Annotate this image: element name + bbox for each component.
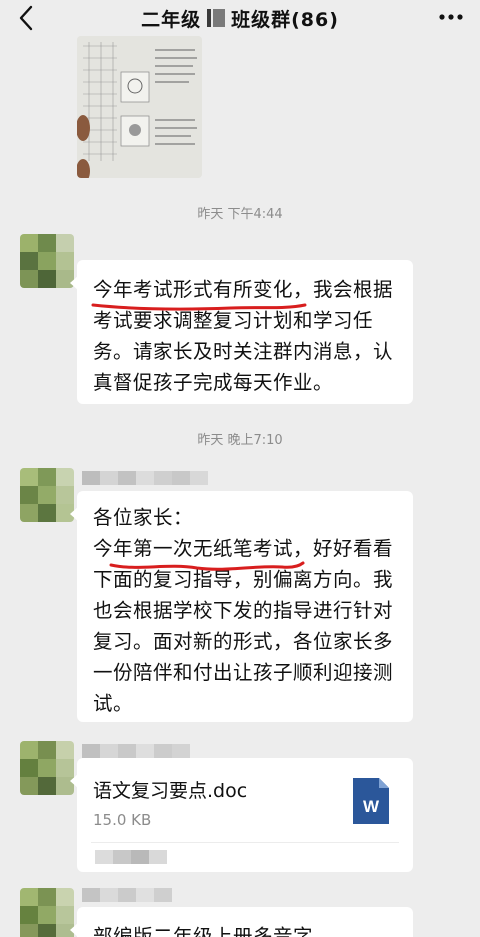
message-line: 今年第一次无纸笔考试，好好看看 bbox=[93, 537, 394, 560]
message-bubble[interactable]: 部编版二年级上册多音字 bbox=[70, 907, 413, 937]
sender-name-mosaic bbox=[82, 744, 190, 758]
message-line: 也会根据学校下发的指导进行针对 bbox=[93, 599, 394, 622]
source-mosaic bbox=[95, 850, 167, 864]
timestamp: 昨天 下午4:44 bbox=[197, 207, 283, 222]
svg-text:W: W bbox=[363, 797, 380, 816]
file-name: 语文复习要点.doc bbox=[93, 780, 248, 802]
message-line: 务。请家长及时关注群内消息，认 bbox=[93, 340, 394, 363]
chat-header: 二年级 班级群(86) bbox=[0, 0, 480, 36]
message-line: 部编版二年级上册多音字 bbox=[93, 925, 314, 937]
avatar[interactable] bbox=[20, 741, 74, 795]
avatar[interactable] bbox=[20, 468, 74, 522]
message-line: 今年考试形式有所变化，我会根据 bbox=[93, 278, 394, 301]
message-line: 考试要求调整复习计划和学习任 bbox=[93, 309, 374, 332]
file-message[interactable]: 语文复习要点.doc 15.0 KB W bbox=[70, 758, 413, 872]
timestamp: 昨天 晚上7:10 bbox=[197, 433, 283, 448]
sender-name-mosaic bbox=[82, 888, 172, 902]
avatar[interactable] bbox=[20, 888, 74, 937]
message-line: 下面的复习指导，别偏离方向。我 bbox=[93, 568, 394, 591]
message-line: 各位家长： bbox=[93, 506, 194, 529]
chat-content[interactable]: 昨天 下午4:44 今年考试形式有所变化，我会根据 考试要求调整复习计划和学习任… bbox=[0, 36, 480, 937]
message-line: 试。 bbox=[93, 692, 134, 715]
avatar[interactable] bbox=[20, 234, 74, 288]
file-size: 15.0 KB bbox=[93, 811, 152, 829]
image-message[interactable] bbox=[77, 36, 202, 178]
sender-name-mosaic bbox=[82, 471, 208, 485]
message-line: 复习。面对新的形式，各位家长多 bbox=[93, 630, 394, 653]
chat-title-prefix: 二年级 bbox=[141, 8, 202, 31]
message-bubble[interactable]: 各位家长： 今年第一次无纸笔考试，好好看看 下面的复习指导，别偏离方向。我 也会… bbox=[70, 491, 413, 722]
message-line: 一份陪伴和付出让孩子顺利迎接测 bbox=[93, 661, 394, 684]
title-mosaic bbox=[207, 9, 226, 27]
chat-title: 二年级 班级群(86) bbox=[141, 5, 339, 32]
message-bubble[interactable]: 今年考试形式有所变化，我会根据 考试要求调整复习计划和学习任 务。请家长及时关注… bbox=[70, 260, 413, 404]
word-document-icon: W bbox=[353, 778, 389, 824]
chevron-left-icon[interactable] bbox=[12, 3, 42, 33]
more-dots-icon[interactable] bbox=[436, 4, 466, 30]
chat-title-suffix: 班级群(86) bbox=[231, 8, 339, 31]
message-line: 真督促孩子完成每天作业。 bbox=[93, 371, 334, 394]
